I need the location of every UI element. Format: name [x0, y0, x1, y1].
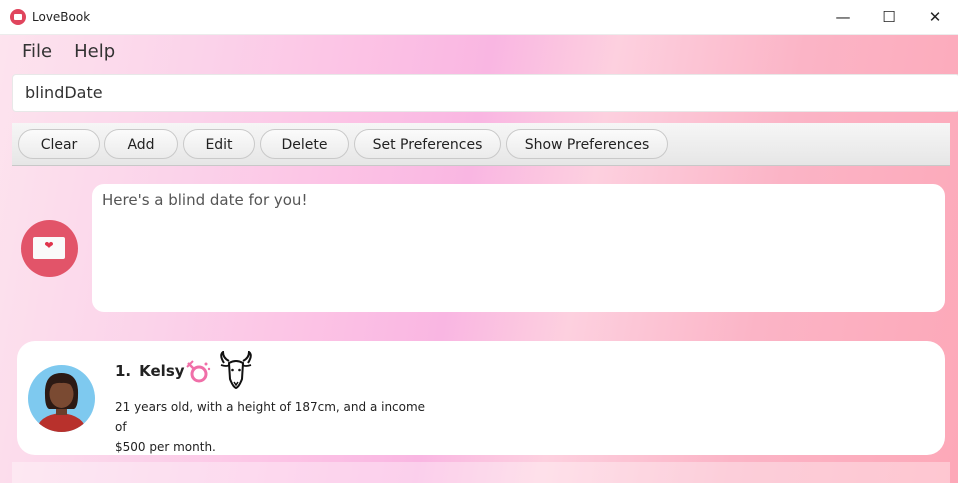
- list-scroll-area[interactable]: [12, 462, 950, 483]
- person-description: 21 years old, with a height of 187cm, an…: [115, 397, 435, 457]
- toolbar: Clear Add Edit Delete Set Preferences Sh…: [12, 123, 950, 166]
- show-preferences-button[interactable]: Show Preferences: [506, 129, 668, 159]
- person-card[interactable]: 1. Kelsy 21 years old, with a height of 1…: [17, 341, 945, 455]
- window-title: LoveBook: [32, 10, 91, 24]
- set-preferences-button[interactable]: Set Preferences: [354, 129, 501, 159]
- description-line-1: 21 years old, with a height of 187cm, an…: [115, 400, 426, 434]
- person-name: Kelsy: [139, 362, 185, 380]
- result-text: Here's a blind date for you!: [102, 191, 308, 209]
- menu-file[interactable]: File: [18, 41, 56, 62]
- app-logo-icon: [10, 9, 26, 25]
- result-display: Here's a blind date for you!: [92, 184, 945, 312]
- menu-help[interactable]: Help: [70, 41, 119, 62]
- command-input[interactable]: blindDate: [12, 74, 958, 112]
- person-index: 1.: [115, 362, 132, 380]
- add-button[interactable]: Add: [104, 129, 178, 159]
- female-gender-icon: [186, 360, 211, 383]
- capricorn-goat-icon: [220, 351, 252, 390]
- close-button[interactable]: ✕: [912, 0, 958, 34]
- window-controls: — ☐ ✕: [820, 0, 958, 34]
- edit-button[interactable]: Edit: [183, 129, 255, 159]
- title-bar: LoveBook — ☐ ✕: [0, 0, 958, 35]
- delete-button[interactable]: Delete: [260, 129, 349, 159]
- menu-bar: File Help: [0, 35, 958, 67]
- minimize-button[interactable]: —: [820, 0, 866, 34]
- description-line-2: $500 per month.: [115, 440, 216, 454]
- person-avatar-icon: [36, 373, 87, 432]
- bot-avatar: [21, 220, 78, 277]
- maximize-button[interactable]: ☐: [866, 0, 912, 34]
- avatar: [28, 365, 95, 432]
- person-name-line: 1. Kelsy: [115, 362, 185, 380]
- clear-button[interactable]: Clear: [18, 129, 100, 159]
- love-letter-icon: [33, 237, 65, 259]
